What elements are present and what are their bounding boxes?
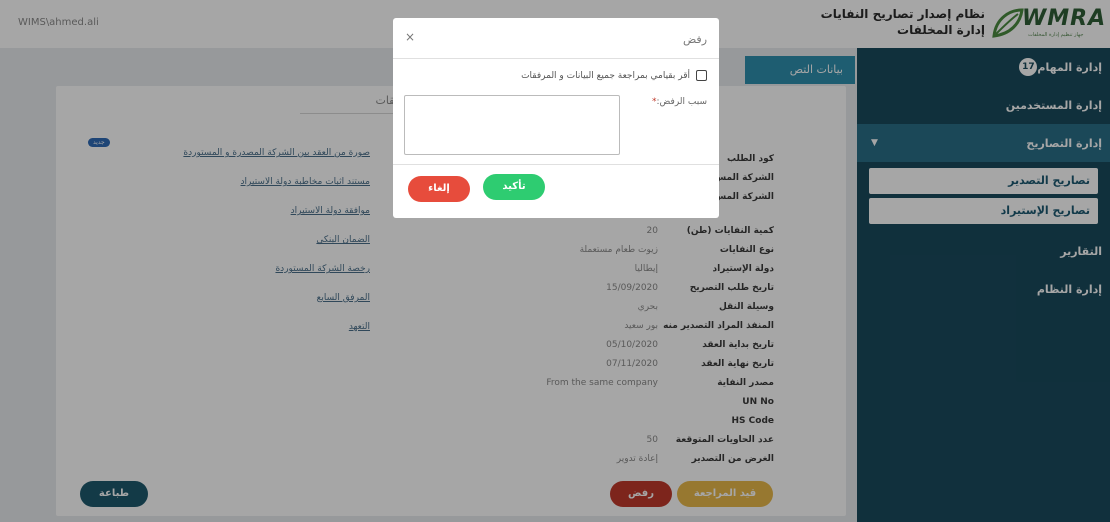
modal-divider [393,58,719,59]
reason-label: سبب الرفض:* [652,97,707,107]
review-checkbox-label: أقر بقيامي بمراجعة جميع البيانات و المرف… [521,70,690,81]
confirm-button[interactable]: تأكيد [483,174,545,200]
reject-modal: رفض × أقر بقيامي بمراجعة جميع البيانات و… [393,18,719,218]
reject-reason-input[interactable] [404,95,620,155]
close-icon[interactable]: × [405,30,415,44]
reason-label-text: سبب الرفض: [656,97,707,107]
review-checkbox[interactable] [696,70,707,81]
modal-divider [393,164,719,165]
review-confirmation-row[interactable]: أقر بقيامي بمراجعة جميع البيانات و المرف… [521,70,707,81]
modal-title: رفض [682,33,707,46]
cancel-button[interactable]: إلغاء [408,176,470,202]
